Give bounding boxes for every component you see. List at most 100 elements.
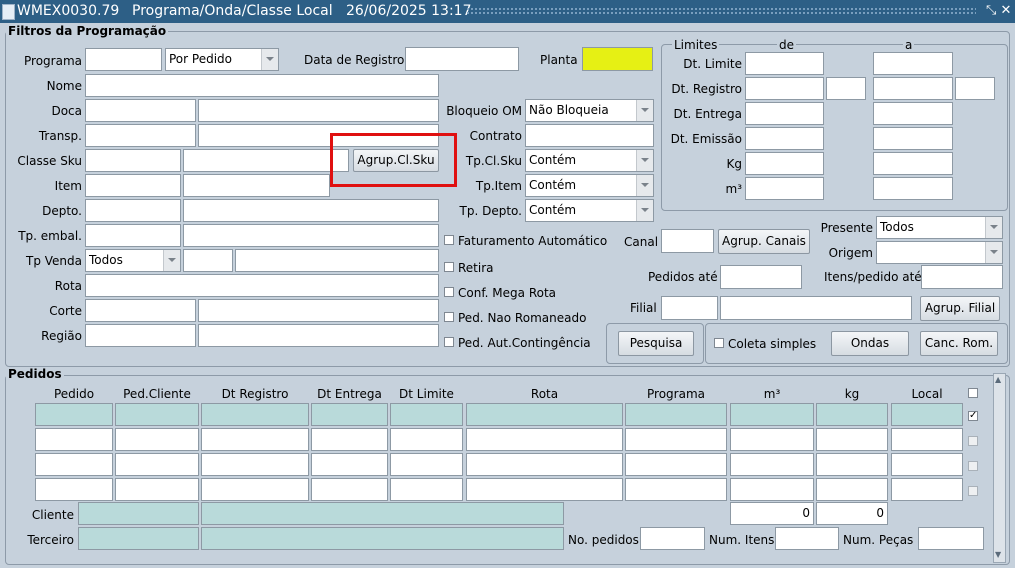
table-cell[interactable]	[35, 478, 113, 501]
dt-emissao-de-input[interactable]	[745, 127, 824, 150]
scroll-up-icon[interactable]: ▲	[995, 375, 1001, 384]
origem-select[interactable]	[876, 241, 1003, 264]
corte-desc-input[interactable]	[198, 299, 439, 322]
planta-input[interactable]	[582, 47, 653, 71]
table-cell[interactable]	[311, 453, 388, 476]
regiao-input[interactable]	[85, 324, 196, 347]
table-cell[interactable]	[466, 453, 623, 476]
transp-input[interactable]	[85, 124, 196, 147]
table-cell[interactable]	[816, 428, 888, 451]
doca-desc-input[interactable]	[198, 99, 439, 122]
tp-venda-select[interactable]: Todos	[85, 249, 181, 272]
select-all-checkbox[interactable]	[968, 388, 978, 398]
rota-input[interactable]	[85, 274, 439, 297]
table-cell[interactable]	[390, 478, 463, 501]
m3-a-input[interactable]	[873, 177, 953, 200]
table-cell[interactable]	[201, 428, 309, 451]
table-cell[interactable]	[35, 453, 113, 476]
tp-cl-sku-select[interactable]: Contém	[525, 149, 654, 172]
table-cell[interactable]	[35, 428, 113, 451]
regiao-desc-input[interactable]	[198, 324, 439, 347]
tp-embal-input[interactable]	[85, 224, 181, 247]
depto-desc-input[interactable]	[183, 199, 439, 222]
tp-depto-select[interactable]: Contém	[525, 199, 654, 222]
dt-registro-a-input[interactable]	[873, 77, 953, 100]
table-cell[interactable]	[311, 428, 388, 451]
table-cell[interactable]	[115, 453, 199, 476]
faturamento-auto-checkbox[interactable]	[444, 235, 454, 245]
ped-nao-romaneado-checkbox[interactable]	[444, 312, 454, 322]
table-cell[interactable]	[625, 453, 727, 476]
table-cell[interactable]	[816, 453, 888, 476]
table-cell[interactable]	[201, 403, 309, 426]
table-cell[interactable]	[311, 478, 388, 501]
canal-input[interactable]	[661, 229, 714, 253]
programa-tipo-select[interactable]: Por Pedido	[165, 48, 279, 71]
filial-desc-input[interactable]	[720, 296, 912, 320]
itens-pedido-ate-input[interactable]	[921, 265, 1003, 289]
dt-emissao-a-input[interactable]	[873, 127, 953, 150]
coleta-simples-checkbox[interactable]	[714, 338, 724, 348]
kg-a-input[interactable]	[873, 152, 953, 175]
programa-input[interactable]	[85, 48, 162, 71]
tp-venda-desc-input[interactable]	[235, 249, 439, 272]
table-cell[interactable]	[390, 403, 463, 426]
pesquisa-button[interactable]: Pesquisa	[618, 331, 694, 356]
depto-input[interactable]	[85, 199, 181, 222]
table-cell[interactable]	[35, 403, 113, 426]
classe-sku-desc-input[interactable]	[183, 149, 349, 172]
corte-input[interactable]	[85, 299, 196, 322]
table-cell[interactable]	[466, 403, 623, 426]
tp-item-select[interactable]: Contém	[525, 174, 654, 197]
table-cell[interactable]	[891, 428, 963, 451]
table-cell[interactable]	[625, 478, 727, 501]
table-cell[interactable]	[201, 453, 309, 476]
table-cell[interactable]	[891, 403, 963, 426]
pedidos-ate-input[interactable]	[720, 265, 802, 289]
agrup-filial-button[interactable]: Agrup. Filial	[920, 296, 1000, 321]
dt-entrega-a-input[interactable]	[873, 102, 953, 125]
dt-registro-a-hora-input[interactable]	[955, 77, 995, 100]
item-input[interactable]	[85, 174, 181, 197]
dt-registro-de-hora-input[interactable]	[826, 77, 866, 100]
table-cell[interactable]	[891, 478, 963, 501]
canc-rom-button[interactable]: Canc. Rom.	[920, 331, 998, 356]
table-cell[interactable]	[625, 428, 727, 451]
classe-sku-input[interactable]	[85, 149, 181, 172]
nome-input[interactable]	[85, 74, 439, 97]
table-cell[interactable]	[115, 428, 199, 451]
dt-limite-de-input[interactable]	[745, 52, 824, 75]
table-cell[interactable]	[115, 403, 199, 426]
table-cell[interactable]	[730, 428, 814, 451]
presente-select[interactable]: Todos	[876, 216, 1003, 239]
row-select-checkbox[interactable]	[968, 486, 978, 496]
pedidos-scrollbar[interactable]: ▲ ▼	[993, 373, 1006, 563]
row-select-checkbox[interactable]	[968, 461, 978, 471]
ped-aut-contingencia-checkbox[interactable]	[444, 337, 454, 347]
filial-input[interactable]	[661, 296, 718, 320]
item-desc-input[interactable]	[183, 174, 330, 197]
table-cell[interactable]	[625, 403, 727, 426]
bloqueio-om-select[interactable]: Não Bloqueia	[525, 99, 654, 122]
table-cell[interactable]	[390, 453, 463, 476]
dt-limite-a-input[interactable]	[873, 52, 953, 75]
data-registro-input[interactable]	[405, 47, 519, 71]
table-cell[interactable]	[201, 478, 309, 501]
scroll-down-icon[interactable]: ▼	[995, 550, 1001, 559]
contrato-input[interactable]	[525, 124, 654, 147]
dt-registro-de-input[interactable]	[745, 77, 824, 100]
table-cell[interactable]	[390, 428, 463, 451]
tp-embal-desc-input[interactable]	[183, 224, 439, 247]
dt-entrega-de-input[interactable]	[745, 102, 824, 125]
table-cell[interactable]	[730, 478, 814, 501]
retira-checkbox[interactable]	[444, 262, 454, 272]
tp-venda-code-input[interactable]	[183, 249, 233, 272]
table-cell[interactable]	[311, 403, 388, 426]
row-select-checkbox[interactable]	[968, 436, 978, 446]
agrup-canais-button[interactable]: Agrup. Canais	[718, 229, 810, 254]
m3-de-input[interactable]	[745, 177, 824, 200]
table-cell[interactable]	[730, 453, 814, 476]
table-cell[interactable]	[730, 403, 814, 426]
ondas-button[interactable]: Ondas	[831, 331, 909, 356]
table-cell[interactable]	[466, 428, 623, 451]
